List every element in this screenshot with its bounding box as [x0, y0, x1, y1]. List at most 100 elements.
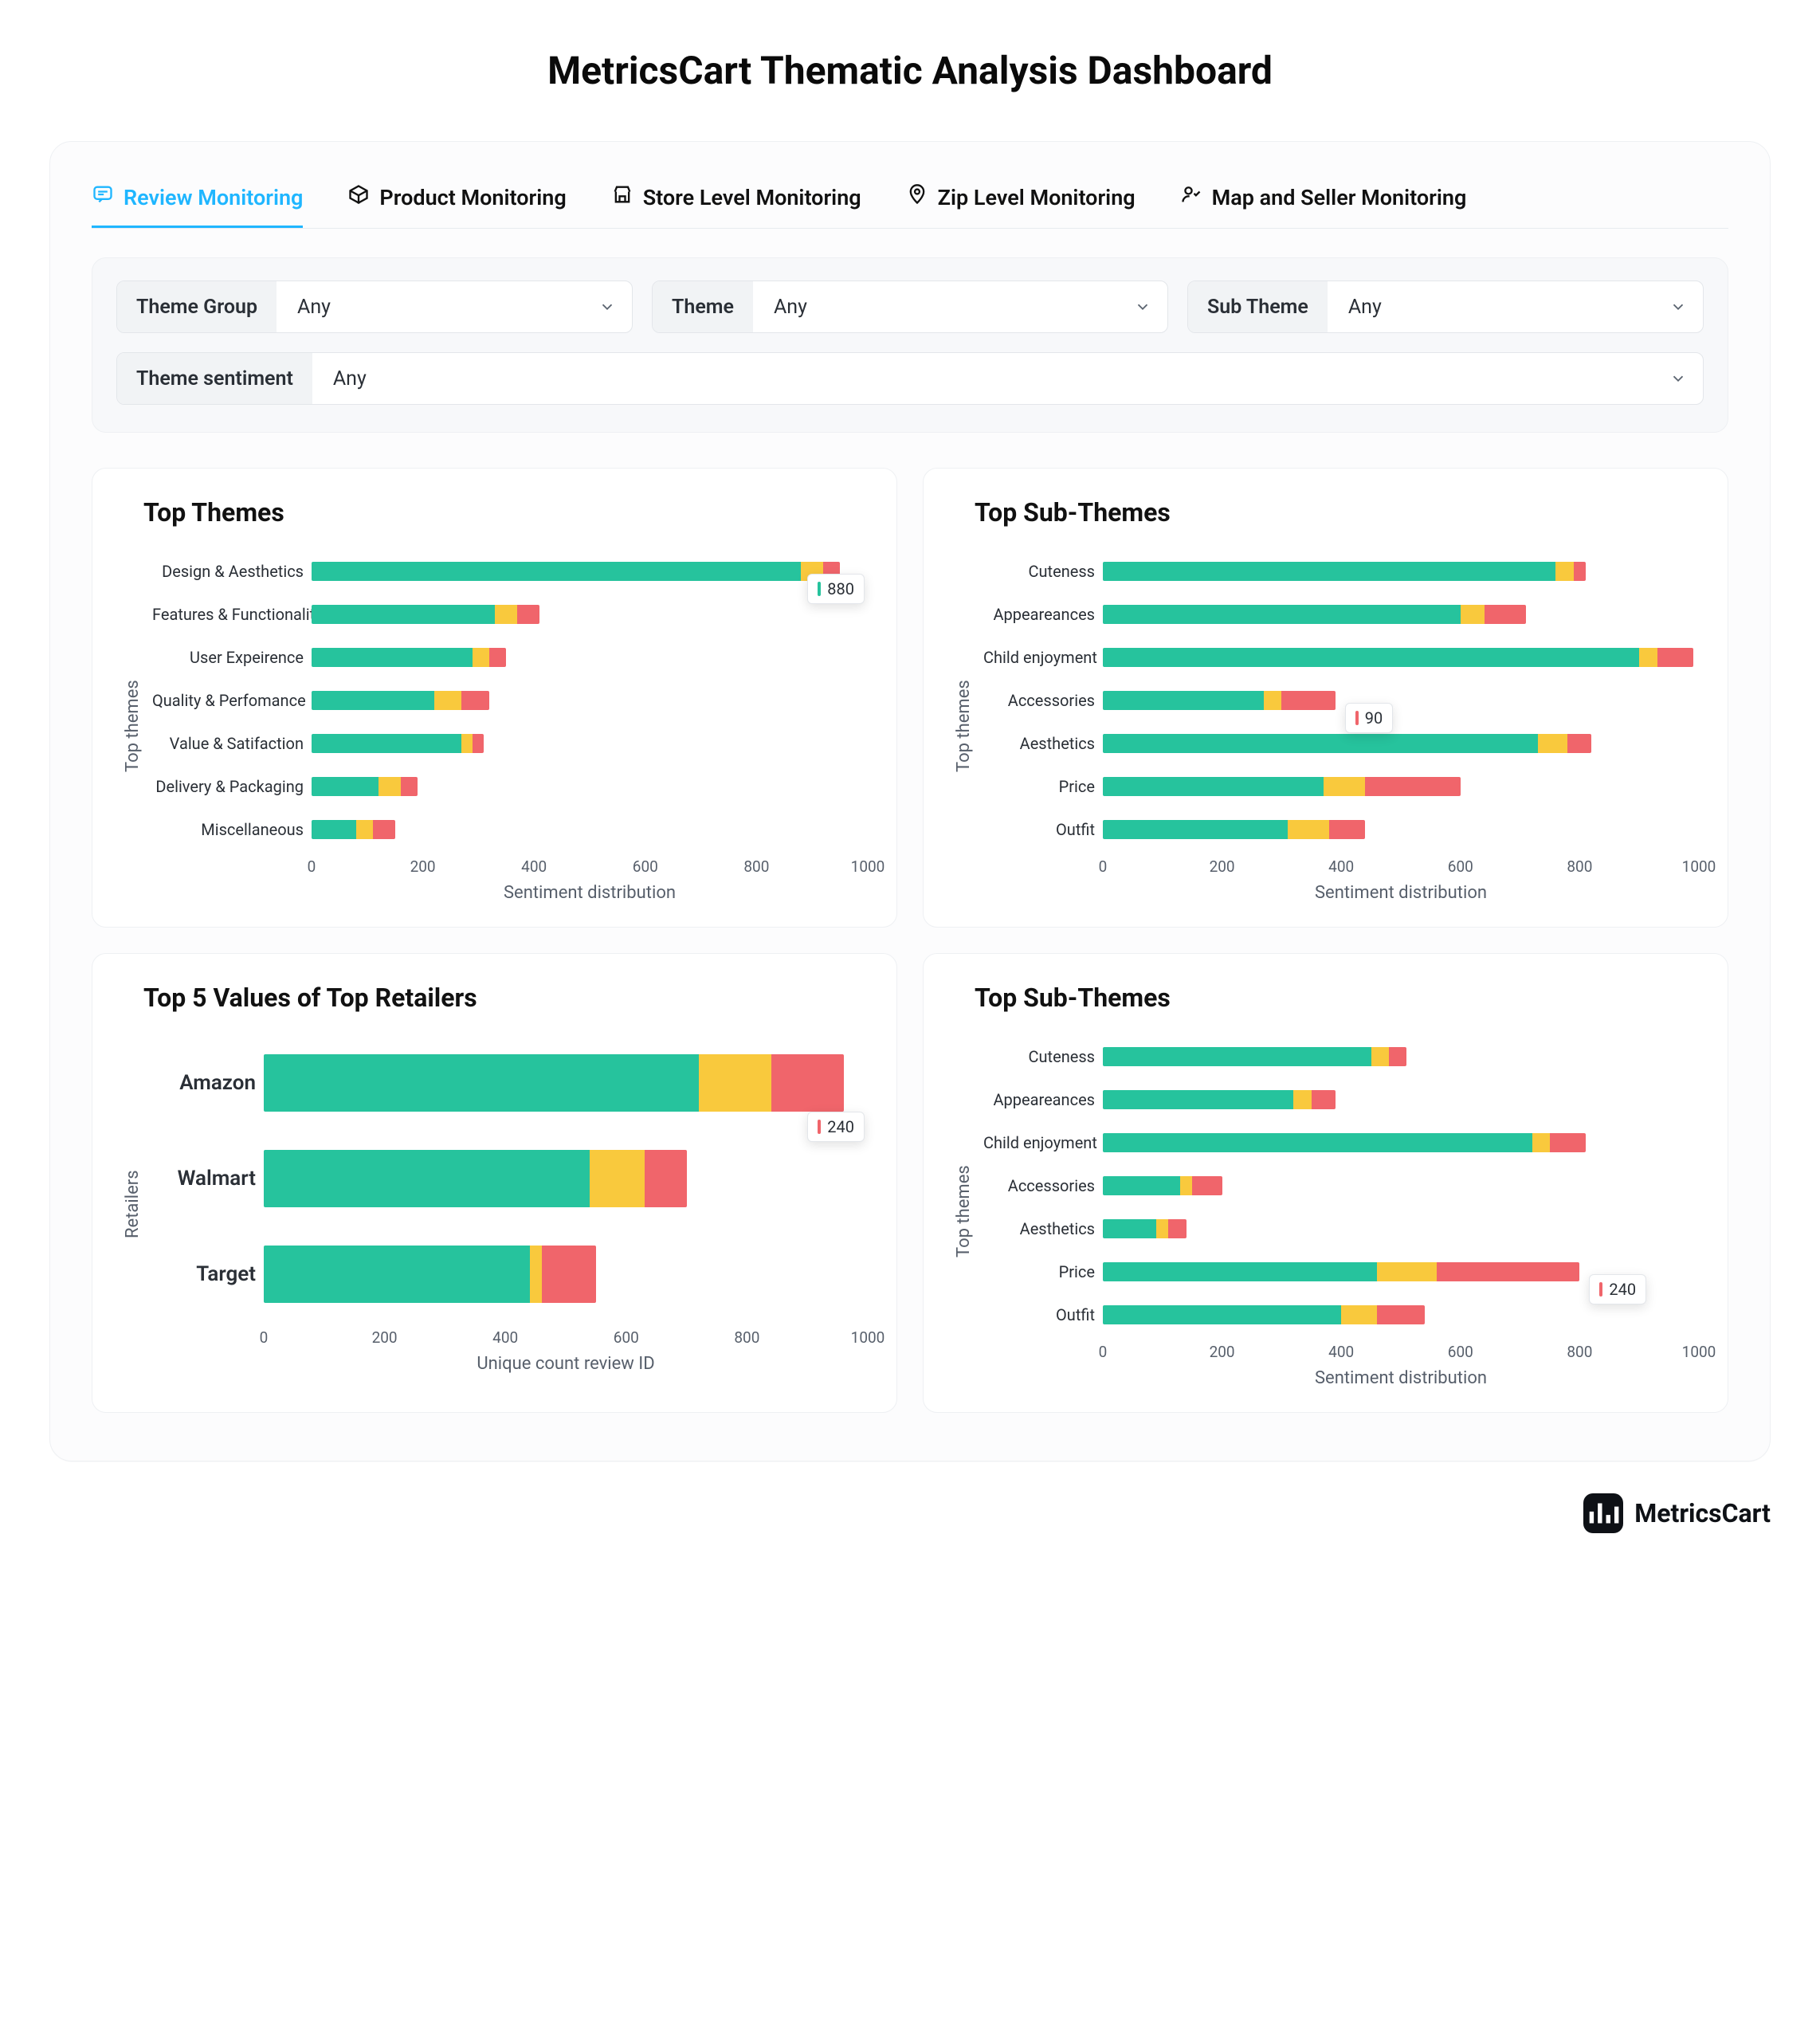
- bar-segment-neutral[interactable]: [1180, 1176, 1192, 1195]
- bar-segment-negative[interactable]: [489, 648, 506, 667]
- bar-segment-negative[interactable]: [1192, 1176, 1222, 1195]
- stacked-bar[interactable]: [312, 605, 539, 624]
- stacked-bar[interactable]: [264, 1150, 687, 1207]
- bar-segment-neutral[interactable]: [473, 648, 489, 667]
- stacked-bar[interactable]: [312, 734, 484, 753]
- bar-segment-negative[interactable]: [1281, 691, 1335, 710]
- bar-segment-neutral[interactable]: [434, 691, 462, 710]
- bar-segment-positive[interactable]: [1103, 777, 1324, 796]
- bar-segment-neutral[interactable]: [1324, 777, 1365, 796]
- bar-segment-neutral[interactable]: [1371, 1047, 1389, 1066]
- stacked-bar[interactable]: [1103, 820, 1365, 839]
- filter-sub-theme[interactable]: Sub Theme Any: [1187, 280, 1704, 333]
- bar-segment-negative[interactable]: [771, 1054, 844, 1112]
- stacked-bar[interactable]: [1103, 605, 1526, 624]
- stacked-bar[interactable]: [1103, 1219, 1187, 1238]
- bar-segment-neutral[interactable]: [379, 777, 401, 796]
- bar-segment-positive[interactable]: [1103, 1047, 1371, 1066]
- bar-segment-neutral[interactable]: [1341, 1305, 1377, 1324]
- filter-theme-sentiment[interactable]: Theme sentiment Any: [116, 352, 1704, 405]
- bar-segment-positive[interactable]: [1103, 1262, 1377, 1281]
- bar-segment-positive[interactable]: [1103, 691, 1264, 710]
- bar-segment-positive[interactable]: [1103, 562, 1555, 581]
- bar-segment-positive[interactable]: [1103, 820, 1288, 839]
- bar-segment-neutral[interactable]: [1288, 820, 1329, 839]
- bar-segment-neutral[interactable]: [495, 605, 517, 624]
- tab-store-level-monitoring[interactable]: Store Level Monitoring: [611, 177, 861, 228]
- stacked-bar[interactable]: [264, 1054, 844, 1112]
- bar-segment-positive[interactable]: [1103, 1133, 1532, 1152]
- bar-segment-positive[interactable]: [1103, 1090, 1293, 1109]
- stacked-bar[interactable]: [1103, 1133, 1586, 1152]
- bar-segment-neutral[interactable]: [1555, 562, 1573, 581]
- bar-segment-negative[interactable]: [1377, 1305, 1425, 1324]
- bar-segment-neutral[interactable]: [1156, 1219, 1168, 1238]
- bar-segment-positive[interactable]: [312, 648, 473, 667]
- bar-segment-negative[interactable]: [542, 1246, 596, 1303]
- stacked-bar[interactable]: [312, 777, 418, 796]
- filter-theme-group[interactable]: Theme Group Any: [116, 280, 633, 333]
- bar-segment-neutral[interactable]: [530, 1246, 542, 1303]
- bar-segment-positive[interactable]: [312, 605, 495, 624]
- bar-segment-positive[interactable]: [1103, 734, 1538, 753]
- stacked-bar[interactable]: [312, 562, 840, 581]
- bar-segment-neutral[interactable]: [1461, 605, 1485, 624]
- bar-segment-negative[interactable]: [1485, 605, 1526, 624]
- bar-segment-neutral[interactable]: [356, 820, 373, 839]
- bar-segment-negative[interactable]: [517, 605, 539, 624]
- bar-segment-negative[interactable]: [1312, 1090, 1336, 1109]
- bar-segment-neutral[interactable]: [1639, 648, 1657, 667]
- stacked-bar[interactable]: [1103, 648, 1693, 667]
- stacked-bar[interactable]: [1103, 1262, 1579, 1281]
- bar-segment-negative[interactable]: [645, 1150, 687, 1207]
- stacked-bar[interactable]: [1103, 1047, 1406, 1066]
- bar-segment-positive[interactable]: [312, 691, 434, 710]
- bar-segment-negative[interactable]: [373, 820, 395, 839]
- bar-segment-neutral[interactable]: [1532, 1133, 1550, 1152]
- bar-segment-negative[interactable]: [1657, 648, 1693, 667]
- stacked-bar[interactable]: [312, 691, 489, 710]
- stacked-bar[interactable]: [1103, 734, 1591, 753]
- stacked-bar[interactable]: [1103, 691, 1336, 710]
- bar-segment-neutral[interactable]: [1264, 691, 1281, 710]
- bar-segment-negative[interactable]: [1567, 734, 1591, 753]
- tab-zip-level-monitoring[interactable]: Zip Level Monitoring: [906, 177, 1136, 228]
- bar-segment-neutral[interactable]: [1538, 734, 1567, 753]
- bar-segment-negative[interactable]: [1550, 1133, 1586, 1152]
- bar-segment-negative[interactable]: [1329, 820, 1365, 839]
- bar-segment-negative[interactable]: [1365, 777, 1461, 796]
- bar-segment-neutral[interactable]: [590, 1150, 644, 1207]
- bar-segment-positive[interactable]: [312, 562, 801, 581]
- bar-segment-positive[interactable]: [1103, 1219, 1156, 1238]
- bar-segment-neutral[interactable]: [461, 734, 473, 753]
- bar-segment-neutral[interactable]: [699, 1054, 771, 1112]
- bar-segment-negative[interactable]: [473, 734, 484, 753]
- tab-map-seller-monitoring[interactable]: Map and Seller Monitoring: [1180, 177, 1467, 228]
- bar-segment-positive[interactable]: [264, 1150, 590, 1207]
- bar-segment-negative[interactable]: [1437, 1262, 1580, 1281]
- bar-segment-positive[interactable]: [264, 1246, 530, 1303]
- stacked-bar[interactable]: [264, 1246, 596, 1303]
- bar-segment-negative[interactable]: [1574, 562, 1586, 581]
- stacked-bar[interactable]: [1103, 1090, 1336, 1109]
- bar-segment-positive[interactable]: [312, 777, 379, 796]
- tab-review-monitoring[interactable]: Review Monitoring: [92, 177, 303, 228]
- stacked-bar[interactable]: [312, 648, 506, 667]
- stacked-bar[interactable]: [1103, 777, 1461, 796]
- tab-product-monitoring[interactable]: Product Monitoring: [347, 177, 566, 228]
- bar-segment-positive[interactable]: [264, 1054, 699, 1112]
- bar-segment-positive[interactable]: [312, 820, 356, 839]
- bar-segment-neutral[interactable]: [1293, 1090, 1311, 1109]
- bar-segment-negative[interactable]: [1389, 1047, 1406, 1066]
- bar-segment-negative[interactable]: [1168, 1219, 1186, 1238]
- bar-segment-negative[interactable]: [461, 691, 489, 710]
- stacked-bar[interactable]: [1103, 1305, 1425, 1324]
- bar-segment-positive[interactable]: [1103, 605, 1461, 624]
- bar-segment-negative[interactable]: [401, 777, 418, 796]
- bar-segment-positive[interactable]: [1103, 1305, 1341, 1324]
- stacked-bar[interactable]: [1103, 562, 1586, 581]
- stacked-bar[interactable]: [312, 820, 395, 839]
- bar-segment-positive[interactable]: [1103, 1176, 1180, 1195]
- bar-segment-positive[interactable]: [1103, 648, 1639, 667]
- filter-theme[interactable]: Theme Any: [652, 280, 1168, 333]
